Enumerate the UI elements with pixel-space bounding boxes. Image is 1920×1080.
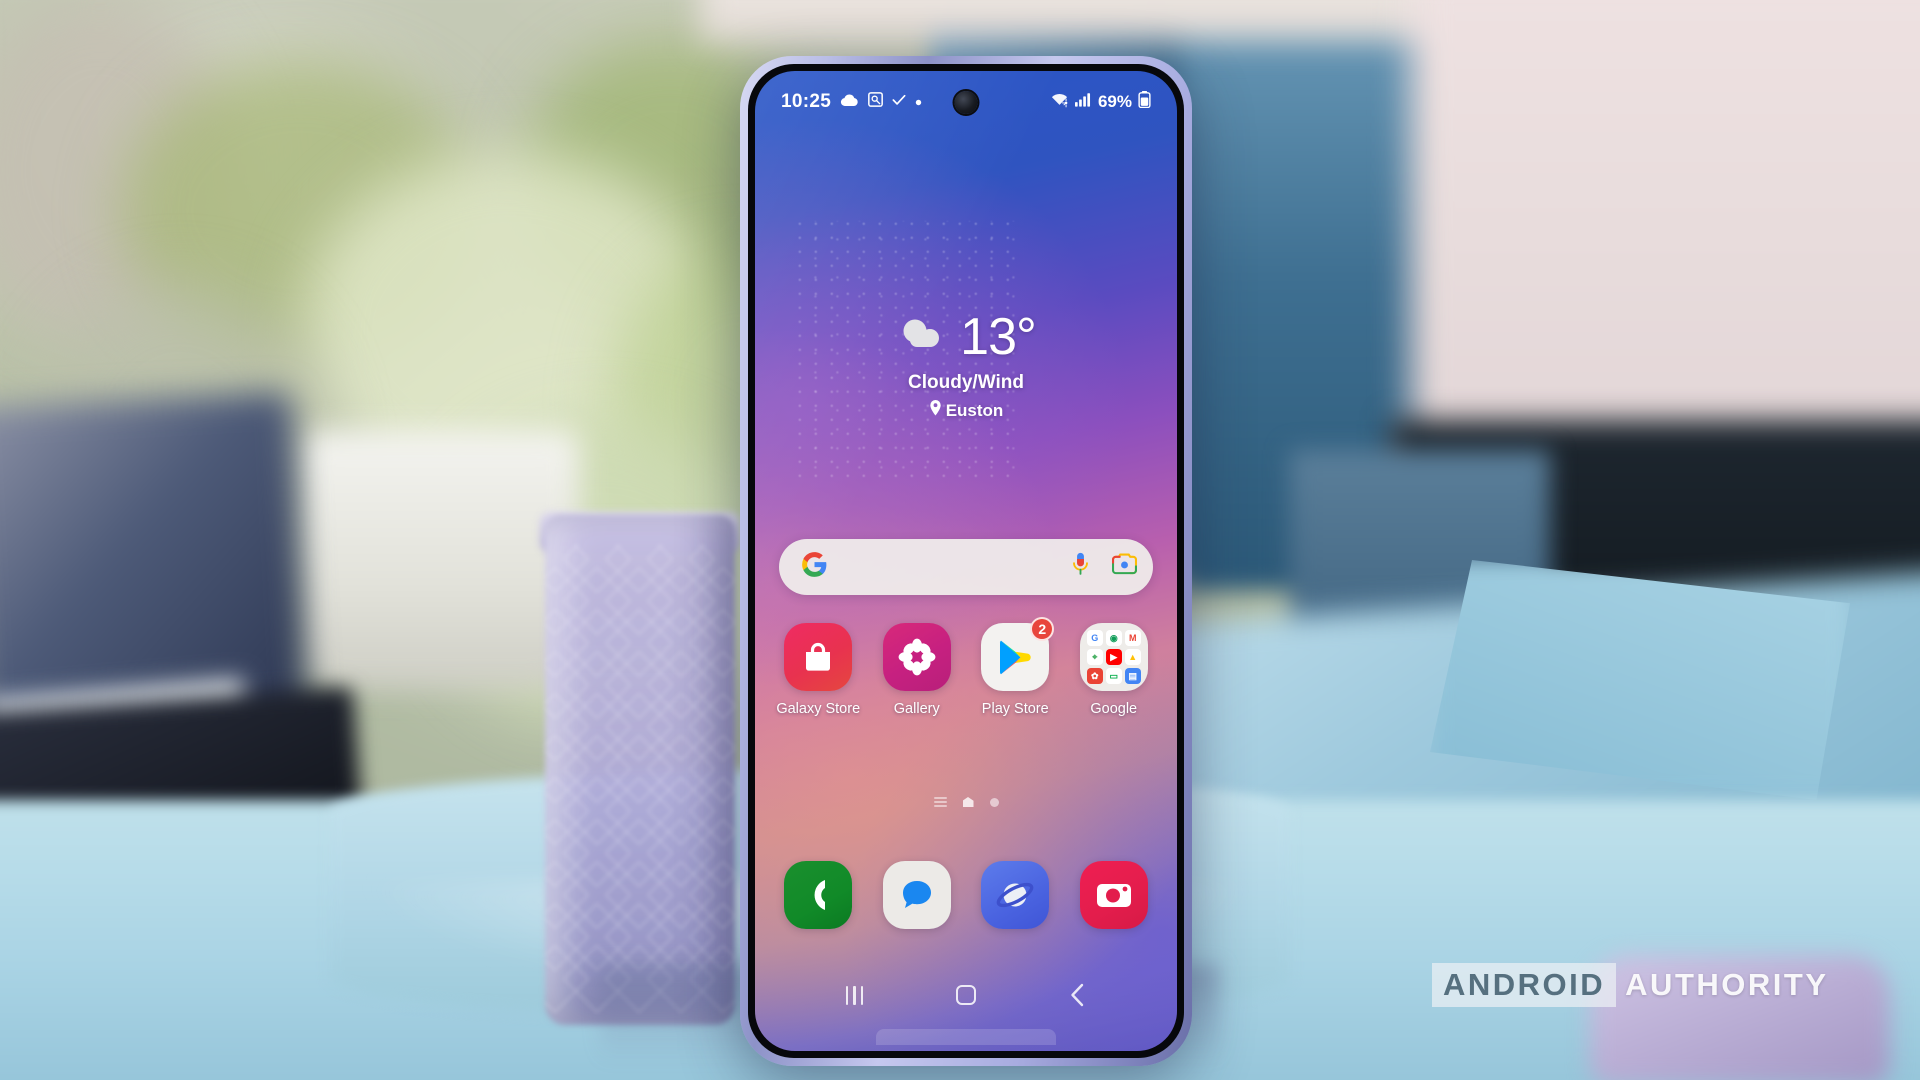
app-label: Gallery: [893, 701, 940, 717]
weather-main: 13°: [755, 311, 1177, 363]
battery-percentage: 69%: [1097, 92, 1132, 111]
folder-app-docs-icon[interactable]: ▤: [1124, 668, 1141, 684]
weather-location: Euston: [755, 400, 1177, 421]
folder-app-gmail-icon[interactable]: M: [1124, 630, 1141, 646]
search-input[interactable]: [828, 557, 1049, 577]
dock-item-internet[interactable]: [966, 861, 1065, 929]
smartphone-device: 10:25 69% 13° Cloudy/Wind Euston Galaxy …: [740, 56, 1192, 1066]
weather-location-label: Euston: [945, 400, 1004, 420]
folder-app-meet-icon[interactable]: ▭: [1105, 668, 1122, 684]
dot-icon: [915, 93, 922, 111]
folder-app-chrome-icon[interactable]: ◉: [1105, 630, 1122, 646]
galaxy-store-icon: [784, 623, 853, 691]
screenshot-icon: [868, 92, 884, 112]
app-icon-galaxy-store[interactable]: Galaxy Store: [769, 623, 868, 717]
phone-icon: [784, 861, 853, 929]
glass-jar-facets: [545, 545, 735, 1015]
weather-widget[interactable]: 13° Cloudy/Wind Euston: [755, 311, 1177, 421]
google-g-icon: [801, 551, 828, 583]
status-bar-left: 10:25: [781, 91, 922, 113]
watermark: ANDROID AUTHORITY: [1432, 963, 1829, 1007]
app-label: Play Store: [981, 701, 1049, 717]
gallery-icon: [882, 623, 951, 691]
app-grid: Galaxy Store Gallery 2 Play Store G ◉ M …: [769, 617, 1164, 717]
signal-icon: [1074, 92, 1092, 112]
app-icon-gallery[interactable]: Gallery: [868, 623, 967, 717]
watermark-name: AUTHORITY: [1625, 967, 1829, 1002]
app-icon-play-store[interactable]: 2 Play Store: [966, 617, 1065, 717]
watermark-brand: ANDROID: [1432, 963, 1617, 1007]
google-folder-icon: G ◉ M ⌖ ▶ ▲ ✿ ▭ ▤: [1079, 623, 1148, 691]
status-bar-right: 69%: [1050, 91, 1151, 113]
lines-icon[interactable]: [933, 797, 947, 807]
dock-item-camera[interactable]: [1065, 861, 1164, 929]
messages-icon: [882, 861, 951, 929]
dock: [769, 861, 1163, 929]
microphone-icon[interactable]: [1071, 552, 1090, 583]
wifi-icon: [1050, 92, 1069, 113]
weather-temperature: 13°: [960, 308, 1037, 366]
folder-app-drive-icon[interactable]: ▲: [1124, 649, 1141, 665]
weather-condition: Cloudy/Wind: [908, 372, 1024, 393]
back-chevron-icon[interactable]: [1069, 983, 1086, 1007]
app-label: Google: [1090, 701, 1138, 717]
cloud-icon: [840, 93, 859, 112]
gesture-handle[interactable]: [876, 1029, 1056, 1045]
samsung-internet-icon: [981, 861, 1050, 929]
dock-item-messages[interactable]: [868, 861, 967, 929]
folder-app-search-icon[interactable]: G: [1086, 630, 1103, 646]
phone-screen[interactable]: 10:25 69% 13° Cloudy/Wind Euston Galaxy …: [755, 71, 1177, 1051]
google-lens-icon[interactable]: [1111, 553, 1138, 581]
camera-icon: [1079, 861, 1148, 929]
home-screen-page-indicators[interactable]: [755, 797, 1177, 807]
home-icon[interactable]: [956, 985, 977, 1005]
google-search-bar[interactable]: [779, 539, 1153, 595]
play-store-icon: 2: [981, 617, 1055, 691]
app-folder-google[interactable]: G ◉ M ⌖ ▶ ▲ ✿ ▭ ▤ Google: [1065, 623, 1164, 717]
folder-app-photos-icon[interactable]: ✿: [1086, 668, 1103, 684]
checkmark-icon: [892, 93, 906, 111]
folder-app-youtube-icon[interactable]: ▶: [1105, 649, 1122, 665]
navigation-bar: [755, 973, 1177, 1017]
dot-icon[interactable]: [989, 797, 999, 807]
status-bar-clock: 10:25: [781, 91, 832, 112]
app-label: Galaxy Store: [776, 701, 861, 717]
status-bar: 10:25 69%: [755, 87, 1177, 117]
background-plant-pot: [300, 430, 580, 690]
phone-bezel: 10:25 69% 13° Cloudy/Wind Euston Galaxy …: [748, 64, 1184, 1058]
folder-app-grid: G ◉ M ⌖ ▶ ▲ ✿ ▭ ▤: [1086, 630, 1141, 684]
app-badge-count: 2: [1030, 617, 1055, 641]
recents-icon[interactable]: [845, 985, 864, 1005]
battery-icon: [1138, 91, 1151, 113]
location-pin-icon: [929, 400, 942, 421]
folder-app-maps-icon[interactable]: ⌖: [1086, 649, 1103, 665]
cloud-icon: [896, 317, 948, 358]
dock-item-phone[interactable]: [769, 861, 868, 929]
home-icon[interactable]: [962, 797, 974, 807]
